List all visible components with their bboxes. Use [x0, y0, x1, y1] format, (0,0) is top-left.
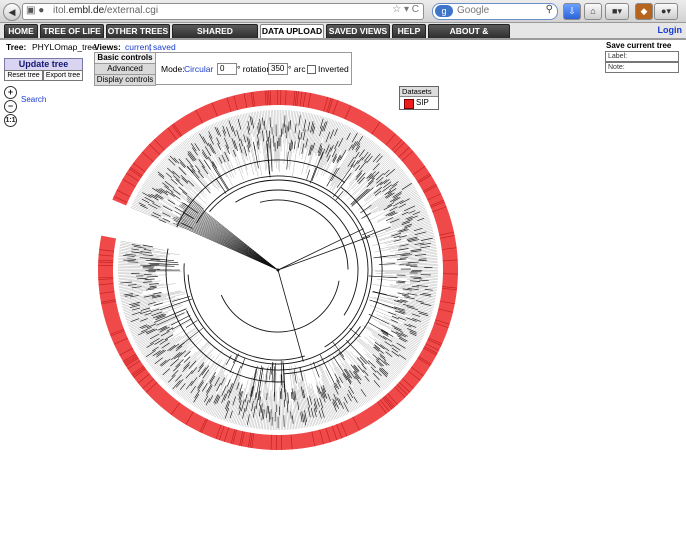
tree-canvas[interactable] — [0, 0, 686, 540]
